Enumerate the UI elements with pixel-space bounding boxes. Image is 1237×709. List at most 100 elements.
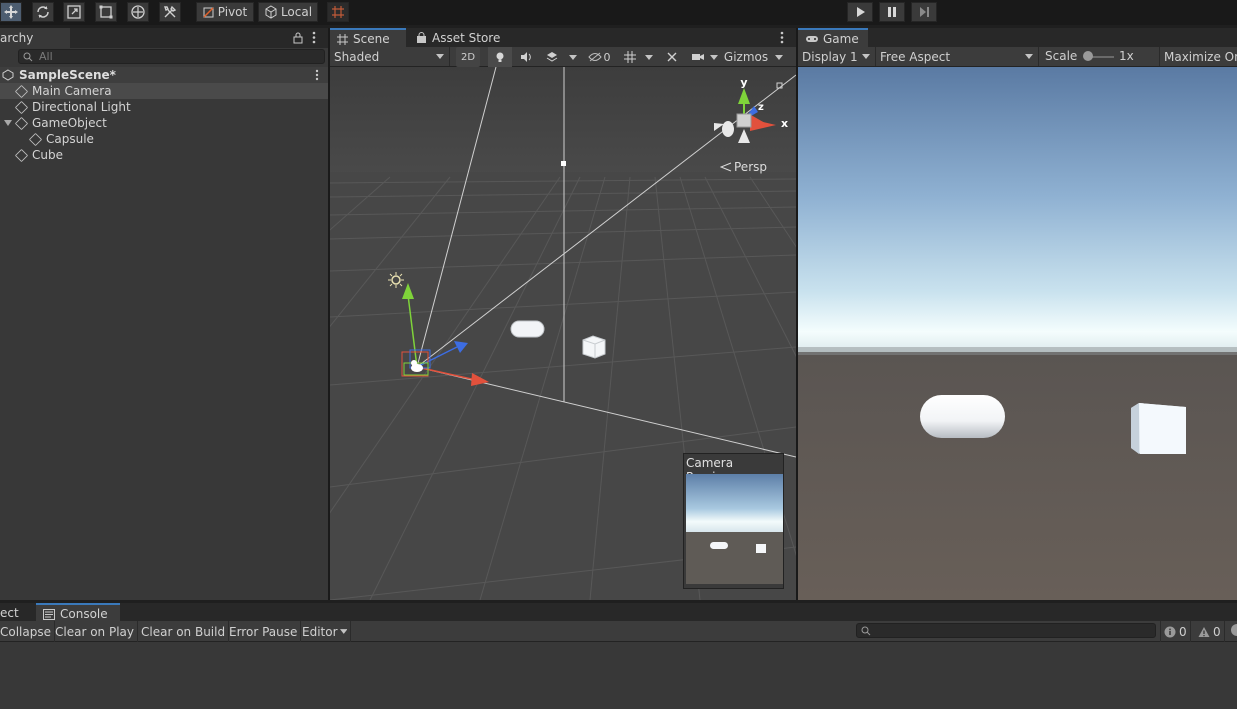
gizmos-button[interactable]: Gizmos	[721, 47, 771, 67]
play-button[interactable]	[847, 2, 873, 22]
chevron-down-icon	[775, 54, 783, 60]
warning-count-toggle[interactable]: 0	[1195, 621, 1225, 642]
maximize-on-play-toggle[interactable]: Maximize On	[1159, 47, 1237, 66]
grid-snap-button[interactable]	[327, 2, 349, 22]
aspect-dropdown[interactable]: Free Aspect	[876, 47, 1039, 66]
scene-tabbar: Scene Asset Store	[330, 28, 796, 48]
hidden-count: 0	[603, 50, 611, 64]
scene-menu-icon[interactable]	[780, 31, 784, 47]
clear-on-play-toggle[interactable]: Clear on Play	[52, 621, 138, 642]
pivot-toggle[interactable]: Pivot	[196, 2, 254, 22]
grid-dropdown[interactable]	[642, 47, 656, 67]
chevron-down-icon	[569, 54, 577, 60]
lighting-toggle[interactable]	[488, 47, 512, 67]
tab-game[interactable]: Game	[798, 28, 868, 48]
step-button[interactable]	[911, 2, 937, 22]
scale-label: Scale	[1045, 49, 1078, 63]
game-render	[798, 67, 1237, 600]
gameobject-icon	[14, 84, 29, 98]
console-search-input[interactable]	[856, 623, 1156, 638]
shopping-bag-icon	[417, 32, 426, 43]
pivot-icon	[203, 7, 214, 18]
expand-arrow-icon[interactable]	[3, 119, 13, 127]
cube-object	[582, 335, 606, 359]
error-icon[interactable]	[1231, 624, 1237, 636]
hierarchy-tab[interactable]: archy	[0, 28, 70, 48]
scene-camera-button[interactable]	[686, 47, 710, 67]
persp-label: Persp	[734, 160, 767, 174]
console-icon	[43, 608, 55, 620]
tools-toggle[interactable]	[660, 47, 684, 67]
shading-mode-dropdown[interactable]: Shaded	[330, 47, 450, 66]
scene-grid-icon	[337, 33, 348, 45]
search-icon	[861, 626, 871, 636]
rect-tool-button[interactable]	[95, 2, 117, 22]
scale-slider-thumb[interactable]	[1083, 51, 1093, 61]
eye-hidden-icon	[587, 52, 602, 62]
gizmos-dropdown[interactable]	[771, 47, 787, 67]
scene-header-row[interactable]: SampleScene*	[0, 67, 328, 83]
local-label: Local	[280, 5, 313, 19]
scene-viewport[interactable]: y x z Persp Camera Preview	[330, 67, 796, 600]
game-tabbar: Game	[798, 28, 1237, 48]
step-icon	[920, 7, 929, 17]
hierarchy-item-label: GameObject	[32, 116, 107, 130]
hierarchy-item-label: Directional Light	[32, 100, 131, 114]
log-count: 0	[1179, 624, 1187, 639]
2d-toggle[interactable]: 2D	[456, 47, 480, 67]
console-tab-label: Console	[60, 607, 108, 621]
rotate-tool-button[interactable]	[32, 2, 54, 22]
tab-asset-store[interactable]: Asset Store	[412, 28, 512, 48]
hierarchy-item-capsule[interactable]: Capsule	[0, 131, 328, 147]
log-count-toggle[interactable]: 0	[1160, 621, 1191, 642]
collapse-toggle[interactable]: Collapse	[0, 621, 55, 642]
scale-tool-button[interactable]	[63, 2, 85, 22]
local-toggle[interactable]: Local	[258, 2, 318, 22]
search-placeholder: All	[39, 50, 53, 63]
tab-console[interactable]: Console	[36, 603, 120, 623]
projection-toggle[interactable]: Persp	[720, 160, 767, 174]
scale-icon	[67, 5, 81, 19]
tab-scene[interactable]: Scene	[330, 28, 406, 48]
transform-tool-button[interactable]	[127, 2, 149, 22]
collapse-label: Collapse	[0, 624, 51, 639]
hierarchy-search-input[interactable]: All	[18, 49, 325, 64]
maximize-label: Maximize On	[1164, 49, 1237, 64]
clear-on-play-label: Clear on Play	[55, 624, 134, 639]
pause-button[interactable]	[879, 2, 905, 22]
hierarchy-item-main-camera[interactable]: Main Camera	[0, 83, 328, 99]
hierarchy-item-directional-light[interactable]: Directional Light	[0, 99, 328, 115]
custom-tool-button[interactable]	[159, 2, 181, 22]
panel-divider[interactable]	[796, 28, 798, 600]
gameobject-icon	[14, 148, 29, 162]
editor-dropdown[interactable]: Editor	[299, 621, 351, 642]
game-capsule-object	[920, 395, 1005, 438]
hierarchy-item-label: Main Camera	[32, 84, 112, 98]
scene-tab-label: Scene	[353, 32, 390, 46]
hierarchy-menu-icon[interactable]	[312, 31, 316, 47]
game-viewport[interactable]	[798, 67, 1237, 600]
audio-toggle[interactable]	[514, 47, 538, 67]
display-dropdown[interactable]: Display 1	[798, 47, 876, 66]
error-pause-toggle[interactable]: Error Pause	[226, 621, 302, 642]
play-icon	[857, 7, 865, 17]
lock-icon[interactable]	[293, 31, 303, 47]
hierarchy-item-cube[interactable]: Cube	[0, 147, 328, 163]
tab-project[interactable]: ect	[0, 603, 36, 623]
scene-toolbar: Shaded 2D 0 Gizmos	[330, 47, 796, 67]
gizmos-label: Gizmos	[723, 50, 769, 64]
clear-on-build-label: Clear on Build	[141, 624, 226, 639]
rotate-icon	[37, 6, 49, 18]
clear-on-build-toggle[interactable]: Clear on Build	[138, 621, 230, 642]
scene-menu-icon[interactable]	[315, 69, 319, 81]
hierarchy-item-gameobject[interactable]: GameObject	[0, 115, 328, 131]
move-tool-button[interactable]	[0, 2, 22, 22]
panel-divider[interactable]	[328, 28, 330, 600]
camera-dropdown[interactable]	[708, 47, 720, 67]
display-label: Display 1	[802, 49, 858, 64]
effects-dropdown[interactable]	[566, 47, 580, 67]
grid-toggle[interactable]	[618, 47, 642, 67]
hidden-objects-toggle[interactable]: 0	[584, 47, 614, 67]
effects-toggle[interactable]	[540, 47, 564, 67]
hierarchy-tabbar: archy	[0, 28, 328, 48]
